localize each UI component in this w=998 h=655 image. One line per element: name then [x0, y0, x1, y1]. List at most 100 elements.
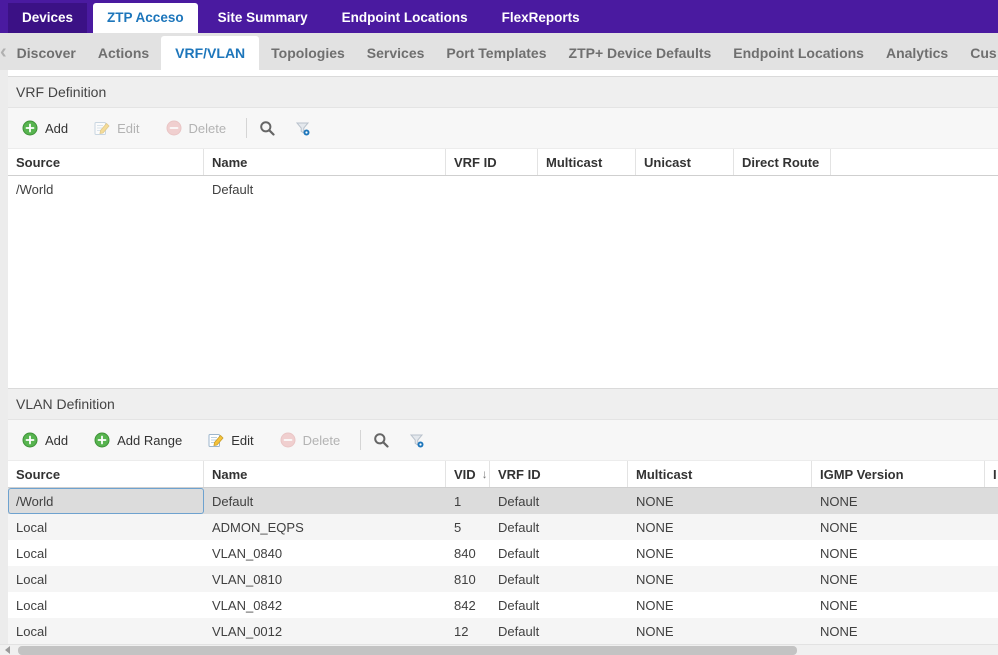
vrf-table-header-row: Source Name VRF ID Multicast Unicast Direct R…	[8, 148, 998, 176]
vrf-filter-button[interactable]	[295, 120, 311, 136]
edit-icon	[208, 432, 224, 448]
table-row[interactable]: Local VLAN_0810 810 Default NONE NONE	[8, 566, 998, 592]
vlan-delete-button[interactable]: Delete	[280, 432, 341, 448]
vlan-column-header-igmp-version[interactable]: IGMP Version	[812, 461, 985, 487]
vrf-column-header-name[interactable]: Name	[204, 149, 446, 175]
table-row[interactable]: /World Default 1 Default NONE NONE	[8, 488, 998, 514]
content-area: VRF Definition Add Edit Delete Source Name V…	[0, 70, 998, 655]
scrollbar-thumb[interactable]	[18, 646, 797, 655]
vlan-add-range-button[interactable]: Add Range	[94, 432, 182, 448]
subtab-actions[interactable]: Actions	[88, 36, 159, 70]
table-cell: VLAN_0842	[212, 597, 283, 613]
table-cell: Local	[16, 519, 48, 535]
vlan-column-header-vrf-id[interactable]: VRF ID	[490, 461, 628, 487]
vlan-edit-button[interactable]: Edit	[208, 432, 254, 448]
table-cell: 842	[454, 597, 476, 613]
vlan-column-header-multicast[interactable]: Multicast	[628, 461, 812, 487]
table-cell: Local	[16, 545, 48, 561]
tab-site-summary[interactable]: Site Summary	[204, 3, 322, 33]
table-cell: Default	[498, 493, 540, 509]
scroll-left-arrow-icon[interactable]	[0, 645, 14, 655]
vlan-delete-label: Delete	[302, 432, 341, 448]
table-cell: NONE	[820, 519, 858, 535]
table-cell: NONE	[636, 571, 674, 587]
horizontal-scrollbar[interactable]	[0, 644, 998, 655]
table-row[interactable]: Local VLAN_0842 842 Default NONE NONE	[8, 592, 998, 618]
table-cell: NONE	[820, 545, 858, 561]
table-cell: 1	[454, 493, 462, 509]
table-cell: Local	[16, 623, 48, 639]
table-cell: Default	[212, 493, 254, 509]
table-cell: NONE	[820, 571, 858, 587]
vrf-add-label: Add	[45, 120, 69, 136]
table-cell: NONE	[820, 623, 858, 639]
vlan-column-header-source[interactable]: Source	[8, 461, 204, 487]
table-cell	[985, 618, 998, 644]
secondary-nav-bar: ‹ Discover Actions VRF/VLAN Topologies Servi…	[0, 33, 998, 70]
subtab-topologies[interactable]: Topologies	[261, 36, 355, 70]
tab-devices[interactable]: Devices	[8, 3, 88, 33]
table-cell: NONE	[820, 597, 858, 613]
vlan-add-button[interactable]: Add	[22, 432, 68, 448]
table-cell: Default	[212, 181, 254, 197]
subtab-endpoint-locations[interactable]: Endpoint Locations	[723, 36, 874, 70]
vrf-column-header-vrf-id[interactable]: VRF ID	[446, 149, 538, 175]
table-cell: Default	[498, 623, 540, 639]
table-cell: ADMON_EQPS	[212, 519, 304, 535]
tab-flexreports[interactable]: FlexReports	[488, 3, 594, 33]
vlan-column-header-i[interactable]: I	[985, 461, 998, 487]
vrf-column-header-unicast[interactable]: Unicast	[636, 149, 734, 175]
vlan-edit-label: Edit	[231, 432, 254, 448]
vlan-search-button[interactable]	[373, 432, 389, 448]
add-icon	[22, 432, 38, 448]
vrf-search-button[interactable]	[259, 120, 275, 136]
scroll-tabs-left-icon[interactable]: ‹	[0, 36, 7, 70]
table-cell: Default	[498, 545, 540, 561]
vlan-definition-panel: VLAN Definition Add Add Range Edit Delete S…	[8, 388, 998, 644]
vlan-column-header-vid[interactable]: VID ↓	[446, 461, 490, 487]
table-row[interactable]: Local ADMON_EQPS 5 Default NONE NONE	[8, 514, 998, 540]
vlan-column-header-name[interactable]: Name	[204, 461, 446, 487]
add-icon	[94, 432, 110, 448]
table-cell	[985, 566, 998, 592]
table-cell	[446, 176, 538, 202]
secondary-tab-strip: Discover Actions VRF/VLAN Topologies Service…	[7, 36, 998, 70]
delete-icon	[166, 120, 182, 136]
vrf-column-header-source[interactable]: Source	[8, 149, 204, 175]
table-cell: Default	[498, 597, 540, 613]
vrf-column-header-multicast[interactable]: Multicast	[538, 149, 636, 175]
tab-endpoint-locations[interactable]: Endpoint Locations	[328, 3, 482, 33]
vlan-toolbar: Add Add Range Edit Delete	[8, 420, 998, 460]
subtab-discover[interactable]: Discover	[7, 36, 86, 70]
vrf-add-button[interactable]: Add	[22, 120, 68, 136]
table-cell	[734, 176, 831, 202]
delete-icon	[280, 432, 296, 448]
toolbar-divider	[360, 430, 362, 450]
table-cell: VLAN_0012	[212, 623, 283, 639]
vlan-filter-button[interactable]	[409, 432, 425, 448]
subtab-port-templates[interactable]: Port Templates	[436, 36, 556, 70]
table-cell: 12	[454, 623, 469, 639]
vlan-table-header-row: Source Name VID ↓ VRF ID Multicast IGMP Versio…	[8, 460, 998, 488]
table-cell: VLAN_0840	[212, 545, 283, 561]
subtab-vrf-vlan[interactable]: VRF/VLAN	[161, 36, 260, 70]
vrf-panel-title: VRF Definition	[8, 76, 998, 108]
table-row[interactable]: /World Default	[8, 176, 998, 202]
table-row[interactable]: Local VLAN_0012 12 Default NONE NONE	[8, 618, 998, 644]
table-cell: VLAN_0810	[212, 571, 283, 587]
tab-ztp-acceso[interactable]: ZTP Acceso	[93, 3, 198, 33]
vrf-delete-button[interactable]: Delete	[166, 120, 226, 136]
subtab-services[interactable]: Services	[357, 36, 435, 70]
subtab-ztp-device-defaults[interactable]: ZTP+ Device Defaults	[559, 36, 722, 70]
add-icon	[22, 120, 38, 136]
subtab-cus[interactable]: Cus	[960, 36, 998, 70]
subtab-analytics[interactable]: Analytics	[876, 36, 958, 70]
table-cell	[985, 540, 998, 566]
table-cell: 840	[454, 545, 476, 561]
vrf-edit-button[interactable]: Edit	[94, 120, 140, 136]
vlan-panel-title: VLAN Definition	[8, 388, 998, 420]
left-gutter	[0, 70, 8, 655]
vrf-column-header-direct-route[interactable]: Direct Route	[734, 149, 831, 175]
table-row[interactable]: Local VLAN_0840 840 Default NONE NONE	[8, 540, 998, 566]
table-cell: NONE	[636, 623, 674, 639]
